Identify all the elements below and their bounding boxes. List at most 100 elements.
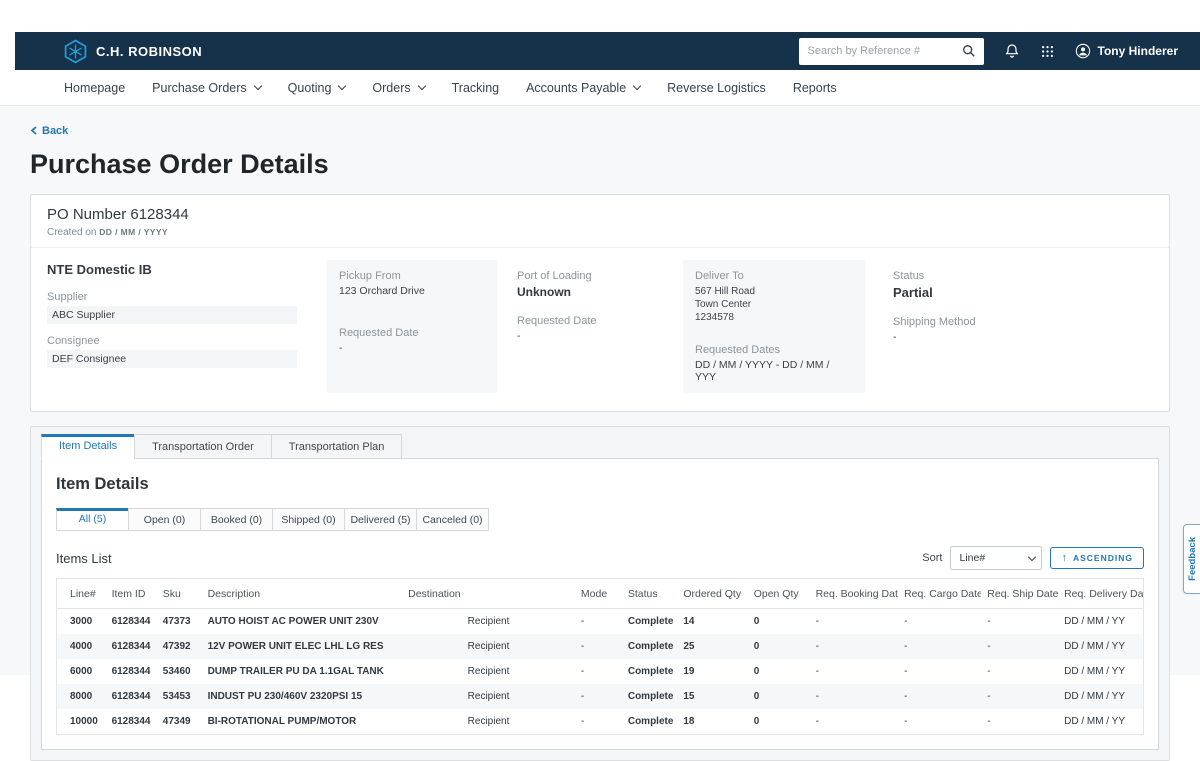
deliver-to-line: 567 Hill Road [695, 285, 853, 298]
cell-open-qty: 0 [748, 634, 810, 659]
tab-item-details[interactable]: Item Details [41, 434, 135, 459]
cell-open-qty: 0 [748, 684, 810, 709]
search-input[interactable] [799, 38, 984, 65]
nav-item-reports[interactable]: Reports [793, 81, 837, 95]
apps-grid-icon[interactable] [1040, 44, 1055, 59]
nav-item-accounts-payable[interactable]: Accounts Payable [526, 81, 640, 95]
table-row[interactable]: 8000612834453453INDUST PU 230/460V 2320P… [57, 684, 1144, 709]
cell-ordered-qty: 14 [677, 609, 747, 635]
brand-logo[interactable]: C.H. ROBINSON [63, 39, 202, 64]
po-created: Created on DD / MM / YYYY [47, 227, 1153, 238]
status-column: Status Partial Shipping Method - [865, 260, 976, 393]
cell-req-ship-date: - [981, 634, 1058, 659]
status-value: Partial [893, 285, 976, 300]
tab-transportation-order[interactable]: Transportation Order [134, 434, 272, 459]
cell-req-delivery-date: DD / MM / YY [1058, 659, 1143, 684]
cell-destination: Recipient [402, 609, 575, 635]
chevron-down-icon [417, 82, 425, 90]
search-icon[interactable] [962, 44, 976, 63]
nav-item-reverse-logistics[interactable]: Reverse Logistics [667, 81, 766, 95]
table-row[interactable]: 10000612834447349BI-ROTATIONAL PUMP/MOTO… [57, 709, 1144, 735]
cell-ordered-qty: 18 [677, 709, 747, 735]
col-header-item-id: Item ID [106, 579, 157, 609]
cell-req-booking-date: - [810, 609, 899, 635]
nav-item-tracking[interactable]: Tracking [452, 81, 499, 95]
port-requested-date-value: - [517, 330, 675, 342]
tab-transportation-plan[interactable]: Transportation Plan [271, 434, 403, 459]
cell-req-cargo-date: - [898, 609, 981, 635]
consignee-label: Consignee [47, 335, 327, 347]
cell-status: Complete [622, 609, 677, 635]
cell-line: 3000 [57, 609, 106, 635]
cell-item-id: 6128344 [106, 709, 157, 735]
nav-item-quoting[interactable]: Quoting [288, 81, 346, 95]
pickup-requested-date-value: - [339, 342, 485, 354]
po-summary-card: PO Number 6128344 Created on DD / MM / Y… [30, 194, 1170, 412]
subtab-open-0[interactable]: Open (0) [128, 508, 201, 531]
nav-item-label: Purchase Orders [152, 81, 246, 95]
top-whitespace [0, 0, 1200, 32]
subtab-booked-0[interactable]: Booked (0) [200, 508, 273, 531]
cell-mode: - [575, 709, 622, 735]
main-nav: Homepage Purchase Orders Quoting Orders Trac… [0, 70, 1200, 106]
nav-item-homepage[interactable]: Homepage [64, 81, 125, 95]
po-number: PO Number 6128344 [47, 206, 1153, 223]
subtab-shipped-0[interactable]: Shipped (0) [272, 508, 345, 531]
page-content: Back Purchase Order Details PO Number 61… [0, 106, 1200, 675]
main-tabs: Item DetailsTransportation OrderTranspor… [41, 434, 1159, 458]
cell-req-ship-date: - [981, 684, 1058, 709]
nav-item-label: Quoting [288, 81, 332, 95]
port-of-loading-column: Port of Loading Unknown Requested Date - [497, 260, 675, 393]
cell-sku: 53453 [157, 684, 202, 709]
supplier-value: ABC Supplier [47, 306, 297, 324]
sort-select[interactable]: Line# [950, 546, 1042, 570]
cell-req-cargo-date: - [898, 659, 981, 684]
subtab-canceled-0[interactable]: Canceled (0) [416, 508, 489, 531]
cell-req-booking-date: - [810, 709, 899, 735]
sort-direction-button[interactable]: ↑ ASCENDING [1050, 547, 1144, 569]
appbar-actions: Tony Hinderer [799, 38, 1178, 65]
cell-status: Complete [622, 684, 677, 709]
pickup-column: Pickup From 123 Orchard Drive Requested … [327, 260, 497, 393]
cell-sku: 47373 [157, 609, 202, 635]
nav-item-label: Accounts Payable [526, 81, 626, 95]
cell-mode: - [575, 609, 622, 635]
arrow-up-icon: ↑ [1061, 554, 1068, 562]
cell-req-ship-date: - [981, 659, 1058, 684]
items-table-header-row: Line#Item IDSkuDescriptionDestinationMod… [57, 579, 1144, 609]
back-link[interactable]: Back [30, 125, 68, 137]
table-row[interactable]: 400061283444739212V POWER UNIT ELEC LHL … [57, 634, 1144, 659]
nav-item-label: Homepage [64, 81, 125, 95]
brand-name: C.H. ROBINSON [96, 44, 202, 59]
subtab-delivered-5[interactable]: Delivered (5) [344, 508, 417, 531]
app-header: C.H. ROBINSON [15, 32, 1200, 70]
table-row[interactable]: 6000612834453460DUMP TRAILER PU DA 1.1GA… [57, 659, 1144, 684]
cell-req-booking-date: - [810, 634, 899, 659]
cell-mode: - [575, 659, 622, 684]
deliver-to-line: 1234578 [695, 311, 853, 324]
subtab-all-5[interactable]: All (5) [56, 508, 129, 531]
port-requested-date-label: Requested Date [517, 315, 675, 327]
user-menu[interactable]: Tony Hinderer [1075, 43, 1178, 59]
cell-open-qty: 0 [748, 609, 810, 635]
user-avatar-icon [1075, 43, 1091, 59]
feedback-tab[interactable]: Feedback [1183, 524, 1200, 594]
cell-line: 8000 [57, 684, 106, 709]
cell-ordered-qty: 15 [677, 684, 747, 709]
feedback-label: Feedback [1187, 537, 1198, 581]
col-header-line: Line# [57, 579, 106, 609]
program-column: NTE Domestic IB Supplier ABC Supplier Co… [47, 260, 327, 393]
pickup-from-label: Pickup From [339, 270, 485, 282]
col-header-ordered-qty: Ordered Qty [677, 579, 747, 609]
cell-description: DUMP TRAILER PU DA 1.1GAL TANK [202, 659, 403, 684]
notifications-bell-icon[interactable] [1004, 43, 1020, 59]
table-row[interactable]: 3000612834447373AUTO HOIST AC POWER UNIT… [57, 609, 1144, 635]
nav-item-label: Orders [372, 81, 410, 95]
cell-req-delivery-date: DD / MM / YY [1058, 609, 1143, 635]
nav-item-orders[interactable]: Orders [372, 81, 424, 95]
cell-sku: 47392 [157, 634, 202, 659]
items-list-bar: Items List Sort Line# ↑ ASCENDING [56, 546, 1144, 570]
cell-line: 6000 [57, 659, 106, 684]
cell-req-cargo-date: - [898, 684, 981, 709]
nav-item-purchase-orders[interactable]: Purchase Orders [152, 81, 260, 95]
